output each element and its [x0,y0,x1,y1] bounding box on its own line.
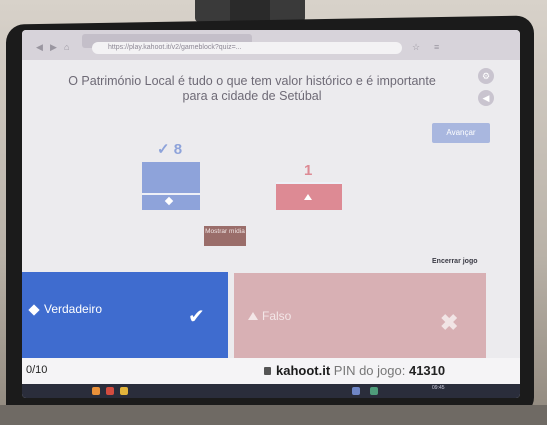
address-bar[interactable]: https://play.kahoot.it/v2/gameblock?quiz… [92,42,402,54]
true-answer-count: ✓ 8 [157,141,183,158]
triangle-icon [248,312,258,320]
app-icon[interactable] [92,387,100,395]
volume-icon[interactable]: ◀ [478,90,494,106]
advance-button[interactable]: Avançar [432,123,490,143]
clock: 09:45 [432,385,445,391]
tray-icon[interactable] [370,387,378,395]
forward-icon[interactable]: ▶ [50,42,57,53]
back-icon[interactable]: ◀ [36,42,43,53]
app-icon[interactable] [106,387,114,395]
menu-icon[interactable]: ≡ [434,42,439,52]
answer-true-label: Verdadeiro [44,302,103,316]
triangle-icon [304,194,312,200]
show-media-button[interactable]: Mostrar mídia [204,226,246,246]
false-answer-count: 1 [304,162,313,179]
app-icon[interactable] [120,387,128,395]
floor [0,405,547,425]
answer-false-label: Falso [262,309,292,323]
home-icon[interactable]: ⌂ [64,42,69,52]
lock-icon [264,367,271,375]
settings-icon[interactable]: ⚙ [478,68,494,84]
bookmark-icon[interactable]: ☆ [412,42,420,53]
pin-value: 41310 [408,363,446,378]
tray-icon[interactable] [352,387,360,395]
game-pin-info: kahoot.it PIN do jogo: 41310 [264,363,445,378]
site-name: kahoot.it [276,363,331,378]
check-icon: ✔ [188,306,205,328]
end-game-button[interactable]: Encerrar jogo [432,258,478,265]
question-text: O Património Local é tudo o que tem valo… [68,74,436,103]
question-progress: 0/10 [26,364,48,376]
projected-screen: ◀ ▶ ⌂ https://play.kahoot.it/v2/gamebloc… [22,30,520,398]
pin-label: PIN do jogo: [333,363,406,378]
cross-icon: ✖ [440,310,459,335]
